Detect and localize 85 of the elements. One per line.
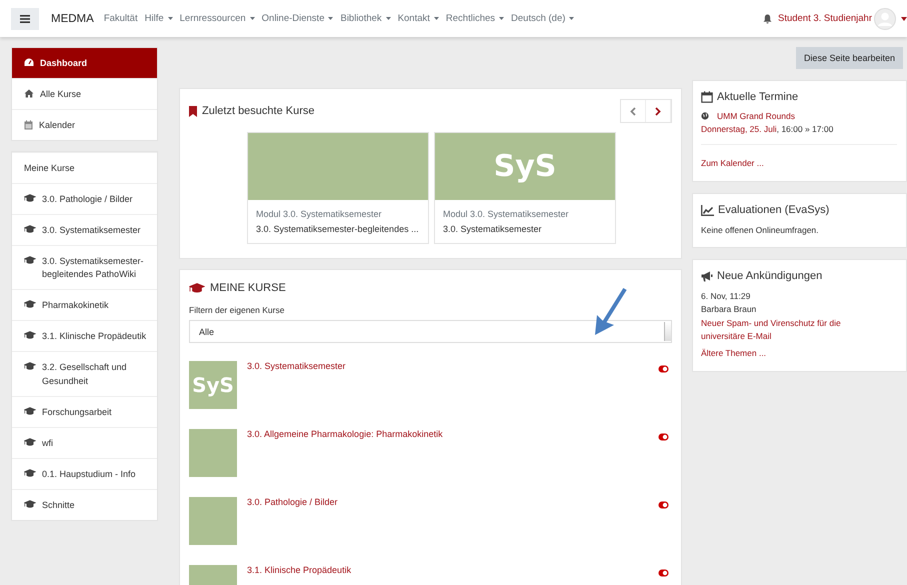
nav-menu-item[interactable]: Online-Dienste xyxy=(262,13,324,24)
caret-icon[interactable] xyxy=(901,16,907,20)
graduation-cap-icon xyxy=(24,256,36,264)
sidebar-item[interactable]: Kalender xyxy=(12,109,157,140)
sidebar-item[interactable]: Dashboard xyxy=(12,48,157,78)
filter-dropdown[interactable]: Alle xyxy=(189,320,672,343)
filter-label: Filtern der eigenen Kurse xyxy=(189,305,286,315)
sidebar-item[interactable]: 3.0. Pathologie / Bilder xyxy=(12,183,157,214)
event-link[interactable]: UMM Grand Rounds xyxy=(717,111,795,121)
graduation-cap-icon xyxy=(24,362,36,370)
card-title: Evaluationen (EvaSys) xyxy=(718,204,830,216)
post-date: 6. Nov, 11:29 xyxy=(701,290,752,304)
course-category: Modul 3.0. Systematiksemester xyxy=(255,208,383,219)
graduation-cap-icon xyxy=(24,500,36,508)
course-name[interactable]: 3.0. Systematiksemester xyxy=(435,219,615,243)
course-image-text: SyS xyxy=(494,149,556,184)
course-category: Modul 3.0. Systematiksemester xyxy=(442,208,570,219)
toggle-icon[interactable] xyxy=(658,365,669,373)
line-chart-icon xyxy=(701,204,714,216)
menu-icon xyxy=(20,14,30,22)
older-topics-link[interactable]: Ältere Themen ... xyxy=(701,346,766,360)
graduation-cap-icon xyxy=(24,194,36,202)
toggle-icon[interactable] xyxy=(658,433,669,441)
nav-menu-item[interactable]: Deutsch (de) xyxy=(511,13,566,24)
nav-menu-item[interactable]: Hilfe xyxy=(144,13,164,24)
sidebar-item[interactable]: wfi xyxy=(12,426,157,458)
course-image-text: SyS xyxy=(192,373,234,397)
course-name[interactable]: 3.0. Systematiksemester-begleitendes ... xyxy=(248,219,428,243)
calendar-link[interactable]: Zum Kalender ... xyxy=(701,157,764,170)
course-card[interactable]: Modul 3.0. Systematiksemester 3.0. Systematiksemester-begleitendes ... xyxy=(247,132,429,244)
card-title: Aktuelle Termine xyxy=(717,91,798,103)
card-title: Zuletzt besuchte Kurse xyxy=(202,105,315,117)
sidebar-item[interactable]: Forschungsarbeit xyxy=(12,396,157,427)
course-image xyxy=(189,497,237,545)
course-card[interactable]: SyS Modul 3.0. Systematiksemester 3.0. Systematiksemester xyxy=(434,132,616,244)
sidebar-item[interactable]: 3.2. Gesellschaft und Gesundheit xyxy=(12,351,157,396)
bell-icon[interactable] xyxy=(762,14,772,24)
sidebar-item[interactable]: Schnitte xyxy=(12,488,157,520)
sidebar-item[interactable]: 3.0. Systematiksemester xyxy=(12,214,157,246)
sidebar-item[interactable]: 0.1. Haupstudium - Info xyxy=(12,458,157,489)
edit-page-button[interactable]: Diese Seite bearbeiten xyxy=(796,47,903,69)
course-link[interactable]: 3.0. Pathologie / Bilder xyxy=(247,497,338,507)
toggle-icon[interactable] xyxy=(658,569,669,577)
card-title: Neue Ankündigungen xyxy=(717,270,822,282)
nav-menu-item[interactable]: Bibliothek xyxy=(340,13,382,24)
graduation-cap-icon xyxy=(24,225,36,234)
toggle-icon[interactable] xyxy=(658,501,669,509)
annotation-arrow xyxy=(594,287,628,337)
chevron-right-icon xyxy=(655,106,661,116)
course-link[interactable]: 3.0. Allgemeine Pharmakologie: Pharmakokinetik xyxy=(247,429,443,439)
bookmark-icon xyxy=(189,106,197,116)
menu-button[interactable] xyxy=(11,8,39,30)
calendar-icon xyxy=(701,91,713,103)
graduation-cap-icon xyxy=(24,331,36,340)
calendar-icon xyxy=(24,120,33,130)
sidebar-item[interactable]: Pharmakokinetik xyxy=(12,289,157,320)
card-title: MEINE KURSE xyxy=(210,282,286,294)
user-name[interactable]: Student 3. Studienjahr xyxy=(778,13,872,24)
post-link[interactable]: Neuer Spam- und Virenschutz für die universitäre E-Mail xyxy=(701,316,871,343)
site-brand[interactable]: MEDMA xyxy=(51,12,94,24)
nav-menu-item[interactable]: Rechtliches xyxy=(446,13,496,24)
sidebar-item[interactable]: 3.0. Systematiksemester-begleitendes PathoWiki xyxy=(12,245,157,290)
chevron-left-icon xyxy=(630,106,636,116)
sidebar-heading: Meine Kurse xyxy=(12,152,157,184)
dashboard-icon xyxy=(24,58,34,67)
graduation-cap-icon xyxy=(189,283,205,293)
nav-menu-item[interactable]: Fakultät xyxy=(104,13,138,24)
evaluations-message: Keine offenen Onlineumfragen. xyxy=(701,224,820,237)
course-link[interactable]: 3.0. Systematiksemester xyxy=(247,361,346,371)
graduation-cap-icon xyxy=(24,438,36,446)
graduation-cap-icon xyxy=(24,468,36,477)
sidebar-item[interactable]: Alle Kurse xyxy=(12,78,157,110)
nav-menu-item[interactable]: Lernressourcen xyxy=(180,13,246,24)
event-date-link[interactable]: Donnerstag, 25. Juli xyxy=(701,124,777,134)
megaphone-icon xyxy=(701,270,713,282)
post-author: Barbara Braun xyxy=(701,303,758,316)
sidebar-item[interactable]: 3.1. Klinische Propädeutik xyxy=(12,320,157,352)
graduation-cap-icon xyxy=(24,406,36,415)
graduation-cap-icon xyxy=(24,300,36,308)
globe-icon xyxy=(701,112,709,120)
nav-menu-item[interactable]: Kontakt xyxy=(398,13,430,24)
course-link[interactable]: 3.1. Klinische Propädeutik xyxy=(247,565,352,575)
home-icon xyxy=(24,89,34,98)
course-image xyxy=(189,429,237,477)
event-time: , 16:00 » 17:00 xyxy=(776,124,834,134)
